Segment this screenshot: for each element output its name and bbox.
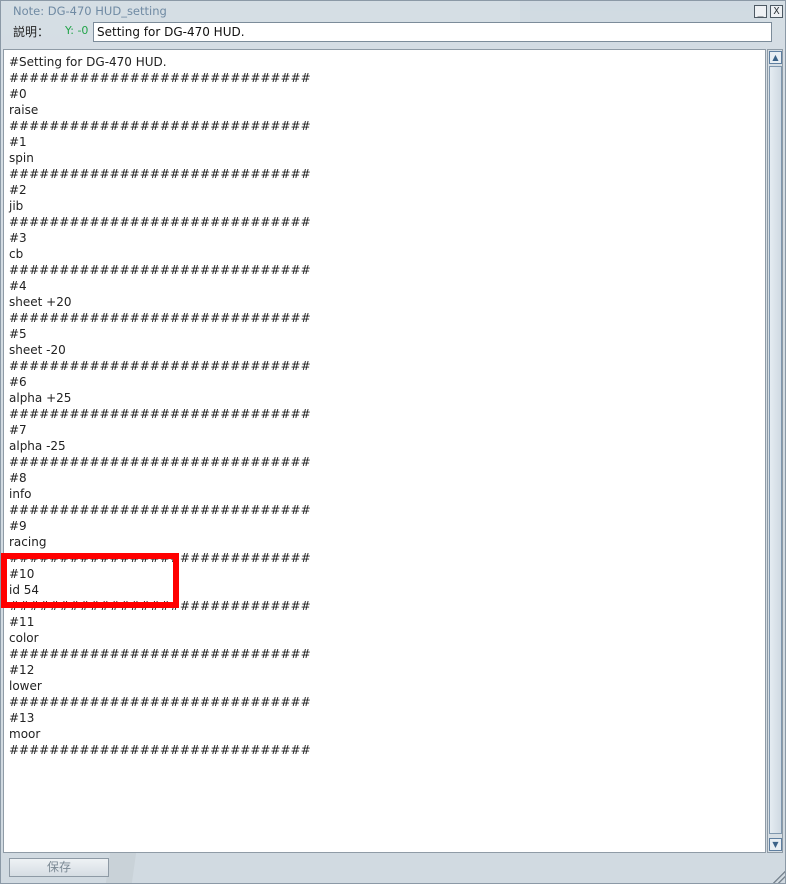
text-line: raise (9, 103, 39, 117)
notecard-window: Note: DG-470 HUD_setting _ X 説明： Y: -0 #… (0, 0, 786, 884)
text-line: id 54 (9, 583, 40, 597)
text-line: jib (9, 199, 24, 213)
description-row: 説明： Y: -0 (1, 21, 785, 45)
text-line: #9 (9, 519, 27, 533)
text-line: #7 (9, 423, 27, 437)
text-line: alpha -25 (9, 439, 66, 453)
separator-line: ############################## (9, 503, 311, 517)
separator-line: ############################## (9, 407, 311, 421)
text-line: moor (9, 727, 41, 741)
chevron-down-icon[interactable]: ▼ (769, 838, 782, 851)
separator-line: ############################## (9, 167, 311, 181)
separator-line: ############################## (9, 311, 311, 325)
separator-line: ############################## (9, 119, 311, 133)
description-input[interactable] (93, 22, 772, 42)
text-line: #6 (9, 375, 27, 389)
description-label: 説明： (13, 25, 50, 39)
vertical-scrollbar[interactable]: ▲ ▼ (767, 49, 783, 853)
text-line: color (9, 631, 39, 645)
separator-line: ############################## (9, 215, 311, 229)
separator-line: ############################## (9, 743, 311, 757)
separator-line: ############################## (9, 263, 311, 277)
title-bar[interactable]: Note: DG-470 HUD_setting _ X (1, 1, 785, 21)
window-title: Note: DG-470 HUD_setting (13, 4, 167, 18)
separator-line: ############################## (9, 455, 311, 469)
minimize-button[interactable]: _ (754, 5, 767, 18)
separator-line: ############################## (9, 359, 311, 373)
separator-line: ############################## (9, 695, 311, 709)
text-line: sheet +20 (9, 295, 72, 309)
text-line: #10 (9, 567, 35, 581)
text-line: #12 (9, 663, 35, 677)
text-line: racing (9, 535, 47, 549)
separator-line: ############################## (9, 551, 311, 565)
text-line: #Setting for DG-470 HUD. (9, 55, 167, 69)
text-line: #13 (9, 711, 35, 725)
close-button[interactable]: X (770, 5, 783, 18)
coordinate-readout: Y: -0 (65, 24, 89, 37)
separator-line: ############################## (9, 599, 311, 613)
text-line: info (9, 487, 32, 501)
text-line: alpha +25 (9, 391, 72, 405)
text-line: cb (9, 247, 24, 261)
chevron-up-icon[interactable]: ▲ (769, 51, 782, 64)
separator-line: ############################## (9, 647, 311, 661)
text-line: #1 (9, 135, 27, 149)
text-line: #5 (9, 327, 27, 341)
save-button[interactable]: 保存 (9, 858, 109, 877)
text-line: #11 (9, 615, 35, 629)
text-line: #8 (9, 471, 27, 485)
text-line: lower (9, 679, 42, 693)
notecard-text-editor[interactable]: #Setting for DG-470 HUD. ################… (3, 49, 766, 853)
text-line: #0 (9, 87, 27, 101)
text-line: #2 (9, 183, 27, 197)
text-line: sheet -20 (9, 343, 66, 357)
separator-line: ############################## (9, 71, 311, 85)
scroll-thumb[interactable] (769, 66, 782, 834)
text-line: spin (9, 151, 34, 165)
text-line: #4 (9, 279, 27, 293)
text-line: #3 (9, 231, 27, 245)
resize-grip-icon[interactable] (773, 871, 785, 883)
